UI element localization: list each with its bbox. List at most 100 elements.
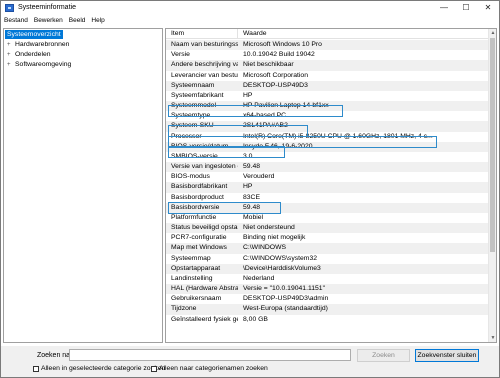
- cell-item: Basisbordversie: [171, 203, 220, 211]
- cell-value: Microsoft Corporation: [243, 71, 308, 79]
- plus-expander-icon[interactable]: +: [7, 52, 13, 58]
- cell-item: HAL (Hardware Abstrac...: [171, 285, 238, 293]
- cell-value: x64-based PC: [243, 112, 287, 120]
- search-input[interactable]: [69, 349, 351, 361]
- table-row[interactable]: Systeemmap C:\WINDOWS\system32: [166, 254, 489, 264]
- option-selected-category[interactable]: Alleen in geselecteerde categorie zoeken: [33, 365, 165, 372]
- column-header-value[interactable]: Waarde: [238, 29, 489, 39]
- cell-item: Systeemnaam: [171, 81, 215, 89]
- menu-beeld[interactable]: Beeld: [69, 17, 86, 24]
- table-row[interactable]: Landinstelling Nederland: [166, 274, 489, 284]
- table-row[interactable]: Systeemfabrikant HP: [166, 91, 489, 101]
- table-row[interactable]: Leverancier van besturi... Microsoft Corp…: [166, 71, 489, 81]
- column-header-item[interactable]: Item: [166, 29, 238, 39]
- cell-value: Mobiel: [243, 213, 264, 221]
- cell-value: DESKTOP-USP49D3: [243, 81, 308, 89]
- table-row[interactable]: Gebruikersnaam DESKTOP-USP49D3\admin: [166, 294, 489, 304]
- table-row[interactable]: Naam van besturingssy... Microsoft Window…: [166, 40, 489, 51]
- plus-expander-icon[interactable]: +: [7, 62, 13, 68]
- cell-item: Systeemfabrikant: [171, 91, 224, 99]
- cell-value: C:\WINDOWS\system32: [243, 254, 318, 262]
- cell-item: Tijdzone: [171, 305, 197, 313]
- scroll-down-arrow-icon[interactable]: ▼: [489, 334, 496, 342]
- scroll-up-arrow-icon[interactable]: ▲: [489, 29, 496, 37]
- table-row[interactable]: Opstartapparaat \Device\HarddiskVolume3: [166, 263, 489, 274]
- cell-item: Platformfunctie: [171, 213, 217, 221]
- cell-value: 10.0.19042 Build 19042: [243, 51, 315, 59]
- cell-item: Systeemmodel: [171, 102, 216, 110]
- table-row[interactable]: Basisbordproduct 83CE: [166, 193, 489, 203]
- table-row[interactable]: Basisbordfabrikant HP: [166, 182, 489, 193]
- menu-bar: Bestand Bewerken Beeld Help: [1, 14, 499, 26]
- table-row[interactable]: Versie 10.0.19042 Build 19042: [166, 50, 489, 60]
- table-row[interactable]: Systeem-SKU 2SL41PA#AB2: [166, 121, 489, 132]
- cell-value: \Device\HarddiskVolume3: [243, 264, 321, 272]
- table-row[interactable]: Tijdzone West-Europa (standaardtijd): [166, 304, 489, 315]
- table-row[interactable]: BIOS-versie/datum Insyde F.46, 19-6-2020: [166, 141, 489, 152]
- cell-value: 59.48: [243, 203, 261, 211]
- plus-expander-icon[interactable]: +: [7, 42, 13, 48]
- cell-value: Nederland: [243, 274, 275, 282]
- table-row[interactable]: Processor Intel(R) Core(TM) i5-8250U CPU …: [166, 132, 489, 142]
- vertical-scrollbar[interactable]: ▲ ▼: [488, 29, 496, 342]
- table-row[interactable]: Platformfunctie Mobiel: [166, 213, 489, 223]
- table-row[interactable]: Systeemmodel HP Pavilion Laptop 14-bf1xx: [166, 101, 489, 112]
- table-row[interactable]: SMBIOS-versie 3.0: [166, 152, 489, 162]
- category-names-label: Alleen naar categorienamen zoeken: [159, 365, 268, 372]
- tree-item-hardwarebronnen[interactable]: + Hardwarebronnen: [7, 40, 69, 49]
- system-information-window: Systeeminformatie — ☐ ✕ Bestand Bewerken…: [0, 0, 500, 378]
- option-category-names[interactable]: Alleen naar categorienamen zoeken: [151, 365, 268, 372]
- cell-item: Opstartapparaat: [171, 264, 221, 272]
- find-button[interactable]: Zoeken: [357, 349, 410, 362]
- menu-bewerken[interactable]: Bewerken: [34, 17, 63, 24]
- tree-item-label: Softwareomgeving: [15, 61, 72, 68]
- tree-item-onderdelen[interactable]: + Onderdelen: [7, 50, 51, 59]
- table-row[interactable]: Versie van ingesloten c... 59.48: [166, 162, 489, 173]
- window-title: Systeeminformatie: [18, 4, 76, 11]
- close-button[interactable]: ✕: [477, 1, 499, 14]
- cell-value: DESKTOP-USP49D3\admin: [243, 295, 329, 303]
- cell-item: Systeemmap: [171, 254, 211, 262]
- cell-item: BIOS-versie/datum: [171, 142, 229, 150]
- cell-value: West-Europa (standaardtijd): [243, 305, 328, 313]
- table-row[interactable]: Map met Windows C:\WINDOWS: [166, 243, 489, 254]
- cell-value: HP Pavilion Laptop 14-bf1xx: [243, 102, 329, 110]
- cell-value: Microsoft Windows 10 Pro: [243, 41, 322, 48]
- cell-item: Landinstelling: [171, 274, 213, 282]
- table-row[interactable]: HAL (Hardware Abstrac... Versie = "10.0.1…: [166, 284, 489, 295]
- category-names-checkbox[interactable]: [151, 365, 157, 372]
- tree-item-softwareomgeving[interactable]: + Softwareomgeving: [7, 60, 71, 69]
- close-search-button[interactable]: Zoekvenster sluiten: [415, 349, 479, 362]
- category-tree[interactable]: Systeemoverzicht + Hardwarebronnen + Ond…: [3, 28, 163, 343]
- table-row[interactable]: BIOS-modus Verouderd: [166, 172, 489, 182]
- menu-help[interactable]: Help: [91, 17, 104, 24]
- selected-category-checkbox[interactable]: [33, 365, 39, 372]
- cell-item: BIOS-modus: [171, 173, 210, 181]
- table-row[interactable]: Status beveiligd opstart... Niet onderste…: [166, 223, 489, 234]
- cell-item: Leverancier van besturi...: [171, 71, 238, 79]
- list-rows: Naam van besturingssy... Microsoft Window…: [166, 40, 489, 325]
- cell-value: Verouderd: [243, 173, 275, 181]
- table-row[interactable]: Geïnstalleerd fysiek geh... 8,00 GB: [166, 315, 489, 325]
- cell-item: Systeem-SKU: [171, 122, 214, 130]
- table-row[interactable]: Systeemtype x64-based PC: [166, 111, 489, 121]
- tree-item-systeemoverzicht[interactable]: Systeemoverzicht: [5, 30, 63, 39]
- cell-item: Map met Windows: [171, 244, 227, 252]
- table-row[interactable]: Andere beschrijving va... Niet beschikbaa…: [166, 60, 489, 71]
- minimize-button[interactable]: —: [433, 1, 455, 14]
- cell-value: Binding niet mogelijk: [243, 234, 306, 242]
- tree-item-label: Hardwarebronnen: [15, 41, 70, 48]
- table-row[interactable]: Systeemnaam DESKTOP-USP49D3: [166, 80, 489, 91]
- maximize-button[interactable]: ☐: [455, 1, 477, 14]
- cell-item: Processor: [171, 132, 202, 140]
- cell-item: Gebruikersnaam: [171, 295, 222, 303]
- details-list[interactable]: Item Waarde Naam van besturingssy... Micr…: [165, 28, 497, 343]
- table-row[interactable]: Basisbordversie 59.48: [166, 202, 489, 213]
- cell-item: PCR7-configuratie: [171, 234, 227, 242]
- cell-value: 8,00 GB: [243, 315, 268, 323]
- table-row[interactable]: PCR7-configuratie Binding niet mogelijk: [166, 233, 489, 243]
- scroll-thumb[interactable]: [490, 38, 495, 252]
- cell-item: SMBIOS-versie: [171, 152, 218, 160]
- title-bar[interactable]: Systeeminformatie — ☐ ✕: [1, 1, 499, 14]
- menu-bestand[interactable]: Bestand: [4, 17, 28, 24]
